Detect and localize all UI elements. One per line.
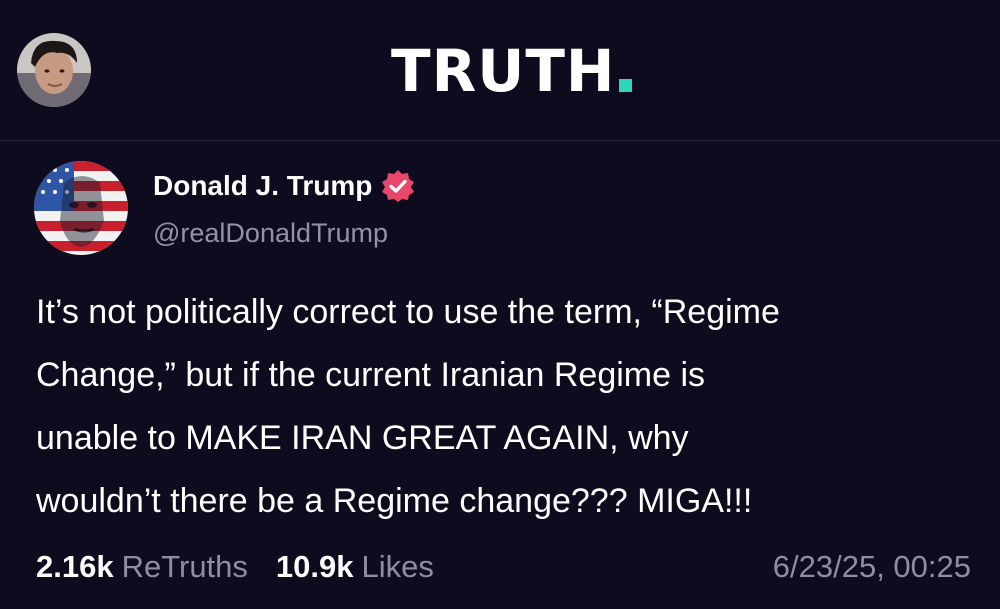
post-text: It’s not politically correct to use the … (36, 281, 986, 533)
likes-label: Likes (361, 549, 434, 584)
logo-dot (619, 78, 633, 92)
profile-photo-icon (17, 33, 91, 107)
retruths-stat[interactable]: 2.16k ReTruths (36, 549, 248, 585)
verified-badge-icon (382, 170, 415, 202)
logo-text: TRUTH (391, 37, 616, 105)
post-timestamp: 6/23/25, 00:25 (772, 549, 971, 584)
author-avatar[interactable] (34, 161, 128, 255)
post-text-line: unable to MAKE IRAN GREAT AGAIN, why (36, 419, 689, 457)
top-bar: TRUTH (0, 0, 1000, 141)
author-name-text: Donald J. Trump (153, 170, 373, 201)
author-handle[interactable]: @realDonaldTrump (153, 218, 388, 249)
retruths-count: 2.16k (36, 549, 114, 584)
truth-post-screen: TRUTH Donald J. Trump @realDonaldTrump I… (0, 0, 1000, 609)
retruths-label: ReTruths (121, 549, 248, 584)
author-name[interactable]: Donald J. Trump (153, 169, 415, 203)
american-flag-portrait-icon (34, 161, 128, 255)
likes-stat[interactable]: 10.9k Likes (276, 549, 434, 585)
post-stats: 2.16k ReTruths 10.9k Likes 6/23/25, 00:2… (36, 539, 971, 595)
post-text-line: wouldn’t there be a Regime change??? MIG… (36, 482, 753, 520)
truth-logo[interactable]: TRUTH (391, 36, 633, 106)
post-text-line: Change,” but if the current Iranian Regi… (36, 356, 706, 394)
likes-count: 10.9k (275, 549, 354, 584)
user-avatar[interactable] (17, 33, 91, 107)
post-text-line: It’s not politically correct to use the … (36, 293, 780, 331)
post-card: Donald J. Trump @realDonaldTrump It’s no… (0, 141, 1000, 609)
